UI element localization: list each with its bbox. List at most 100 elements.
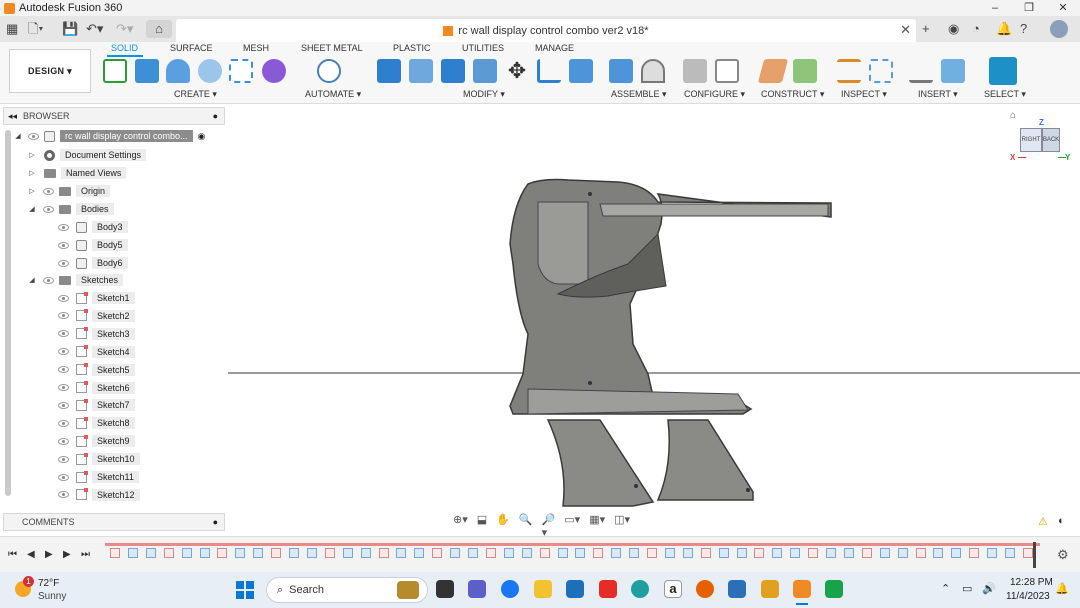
- timeline-feature[interactable]: [718, 548, 729, 558]
- timeline-feature[interactable]: [521, 548, 532, 558]
- combine-icon[interactable]: [569, 59, 593, 83]
- measure-icon[interactable]: [837, 59, 861, 83]
- timeline-play-icon[interactable]: ▶: [45, 549, 53, 560]
- visibility-eye-icon[interactable]: [58, 366, 69, 374]
- visibility-eye-icon[interactable]: [28, 132, 39, 140]
- weather-desc[interactable]: Sunny: [38, 591, 66, 602]
- timeline-feature[interactable]: [682, 548, 693, 558]
- new-component-icon[interactable]: [609, 59, 633, 83]
- create-menu[interactable]: CREATE ▾: [174, 89, 217, 100]
- viewports-icon[interactable]: ◫▾: [614, 513, 630, 529]
- timeline-feature[interactable]: [360, 548, 371, 558]
- display-settings-icon[interactable]: ▭▾: [564, 513, 580, 529]
- timeline-feature[interactable]: [199, 548, 210, 558]
- user-avatar[interactable]: [1050, 20, 1068, 38]
- vscode-icon[interactable]: [728, 580, 746, 598]
- tree-item-sketch[interactable]: Sketch12: [58, 488, 140, 502]
- extrude-icon[interactable]: [135, 59, 159, 83]
- timeline-settings-icon[interactable]: ⚙: [1057, 547, 1069, 563]
- modify-menu[interactable]: MODIFY ▾: [463, 89, 505, 100]
- expand-arrow-icon[interactable]: ◢: [28, 276, 36, 284]
- inspect-menu[interactable]: INSPECT ▾: [841, 89, 887, 100]
- timeline-feature[interactable]: [217, 548, 228, 558]
- help-icon[interactable]: ?: [1020, 20, 1027, 38]
- task-view-icon[interactable]: [436, 580, 454, 598]
- hole-icon[interactable]: [198, 59, 222, 83]
- visibility-eye-icon[interactable]: [43, 276, 54, 284]
- comments-panel[interactable]: COMMENTS ●: [3, 513, 225, 531]
- tree-root[interactable]: ◢ rc wall display control combo... ◉: [14, 129, 205, 143]
- tab-utilities[interactable]: UTILITIES: [462, 43, 504, 53]
- timeline-feature[interactable]: [861, 548, 872, 558]
- home-icon[interactable]: ⌂: [146, 20, 172, 38]
- collapse-panel-icon[interactable]: ◂◂: [8, 111, 17, 122]
- visibility-eye-icon[interactable]: [58, 437, 69, 445]
- taskbar-search[interactable]: ⌕ Search: [266, 577, 428, 603]
- app-grid-icon[interactable]: ▦: [6, 20, 18, 38]
- timeline-feature[interactable]: [306, 548, 317, 558]
- visibility-eye-icon[interactable]: [58, 455, 69, 463]
- timeline-feature[interactable]: [342, 548, 353, 558]
- timeline-feature[interactable]: [826, 548, 836, 558]
- extensions-icon[interactable]: ◉: [948, 20, 959, 38]
- look-at-icon[interactable]: ⬓: [477, 513, 487, 529]
- timeline-feature[interactable]: [110, 548, 120, 558]
- tree-item-sketch[interactable]: Sketch1: [58, 291, 135, 305]
- assemble-menu[interactable]: ASSEMBLE ▾: [611, 89, 667, 100]
- visibility-eye-icon[interactable]: [58, 294, 69, 302]
- amazon-icon[interactable]: a: [664, 580, 682, 598]
- zoom-window-icon[interactable]: 🔎▾: [542, 513, 556, 539]
- tree-item-sketch[interactable]: Sketch7: [58, 398, 135, 412]
- notifications-icon[interactable]: 🔔: [996, 20, 1012, 38]
- timeline-feature[interactable]: [575, 548, 586, 558]
- tree-item-named-views[interactable]: ▷ Named Views: [28, 166, 127, 180]
- offset-plane-icon[interactable]: [757, 59, 789, 83]
- volume-icon[interactable]: 🔊: [982, 582, 996, 595]
- create-sketch-icon[interactable]: [103, 59, 127, 83]
- timeline-feature[interactable]: [915, 548, 926, 558]
- new-tab-icon[interactable]: +: [922, 20, 930, 38]
- expand-arrow-icon[interactable]: ▷: [28, 169, 36, 177]
- tab-surface[interactable]: SURFACE: [170, 43, 213, 53]
- timeline-feature[interactable]: [324, 548, 335, 558]
- shell-icon[interactable]: [473, 59, 497, 83]
- timeline-feature[interactable]: [772, 548, 783, 558]
- timeline-track[interactable]: [105, 543, 1040, 546]
- visibility-eye-icon[interactable]: [58, 419, 69, 427]
- timeline-feature[interactable]: [557, 548, 568, 558]
- edge-icon[interactable]: [631, 580, 649, 598]
- expand-arrow-icon[interactable]: ◢: [14, 132, 22, 140]
- job-status-icon[interactable]: ◔: [972, 20, 980, 38]
- close-tab-icon[interactable]: ✕: [900, 22, 911, 38]
- timeline-feature[interactable]: [754, 548, 765, 558]
- chamfer-icon[interactable]: [441, 59, 465, 83]
- timeline-feature[interactable]: [414, 548, 425, 558]
- timeline-feature[interactable]: [181, 548, 192, 558]
- timeline-feature[interactable]: [485, 548, 496, 558]
- timeline-feature[interactable]: [432, 548, 443, 558]
- timeline-feature[interactable]: [647, 548, 657, 558]
- display-icon[interactable]: ▭: [962, 582, 972, 595]
- construct-menu[interactable]: CONSTRUCT ▾: [761, 89, 824, 100]
- timeline-feature[interactable]: [163, 548, 174, 558]
- fillet-icon[interactable]: [409, 59, 433, 83]
- tree-item-body3[interactable]: Body3: [58, 220, 128, 234]
- joint-icon[interactable]: [641, 59, 665, 83]
- restore-button[interactable]: ❐: [1012, 0, 1046, 16]
- automate-menu[interactable]: AUTOMATE ▾: [305, 89, 361, 100]
- select-menu[interactable]: SELECT ▾: [984, 89, 1026, 100]
- redo-icon[interactable]: ↷▾: [116, 20, 133, 38]
- notification-center-icon[interactable]: 🔔: [1055, 582, 1069, 595]
- move-icon[interactable]: ✥: [505, 59, 529, 83]
- timeline-end-icon[interactable]: ⏭: [81, 549, 90, 560]
- visibility-eye-icon[interactable]: [58, 330, 69, 338]
- timeline-marker[interactable]: [1033, 542, 1036, 568]
- timeline-feature[interactable]: [289, 548, 299, 558]
- clock-time[interactable]: 12:28 PM: [1010, 577, 1053, 588]
- timeline-feature[interactable]: [235, 548, 246, 558]
- select-icon[interactable]: [989, 57, 1017, 85]
- expand-arrow-icon[interactable]: ◢: [28, 205, 36, 213]
- visibility-eye-icon[interactable]: [58, 491, 69, 499]
- tree-item-sketch[interactable]: Sketch3: [58, 327, 135, 341]
- configure-menu[interactable]: CONFIGURE ▾: [684, 89, 745, 100]
